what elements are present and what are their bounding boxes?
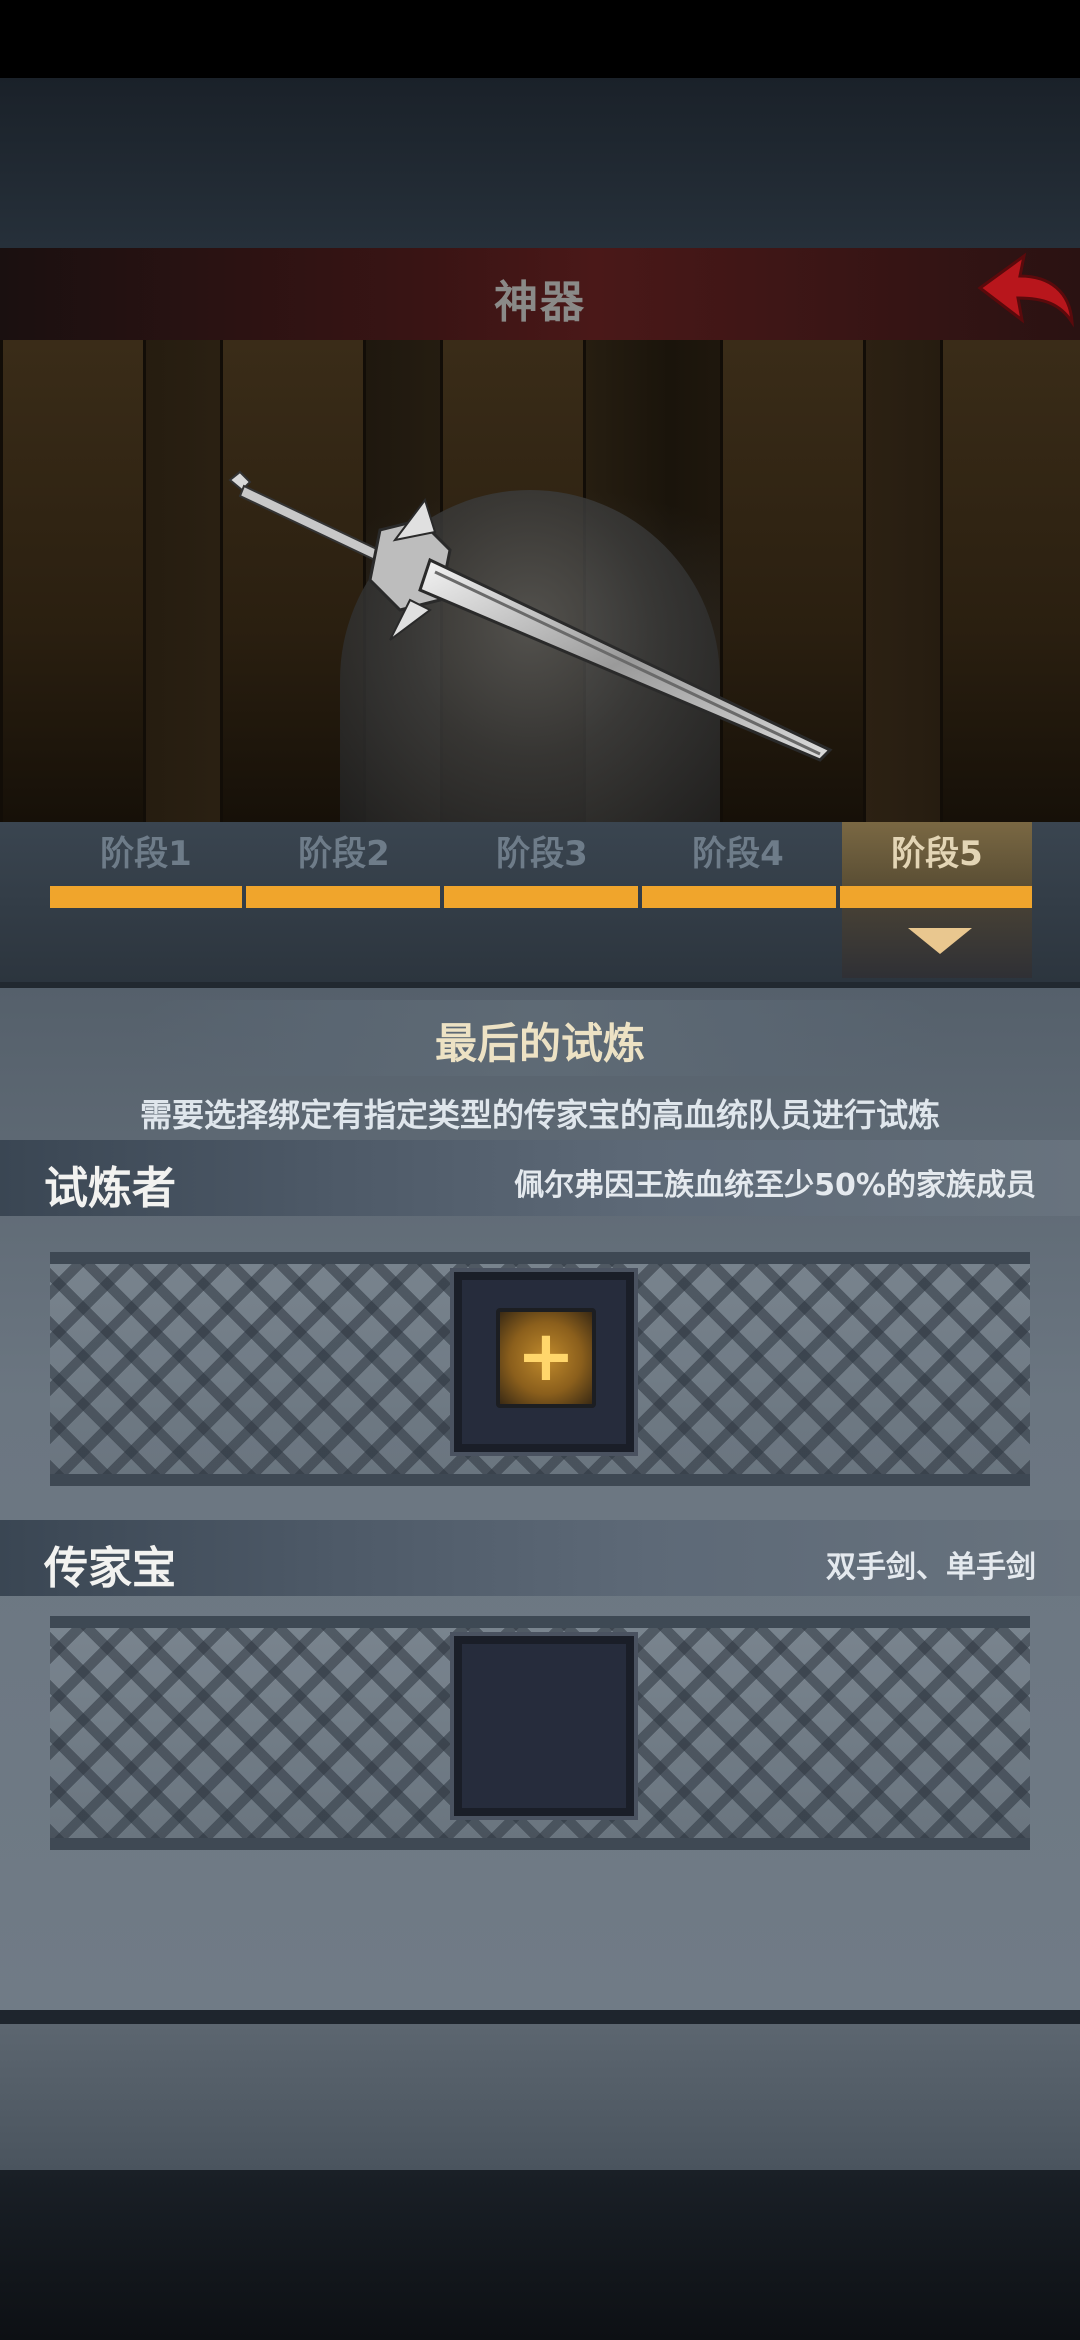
navigation-bar — [0, 2170, 1080, 2340]
tab-stage-2[interactable]: 阶段2 — [246, 822, 442, 886]
trial-panel — [0, 982, 1080, 2016]
tab-stage-5[interactable]: 阶段5 — [842, 822, 1032, 886]
bottom-panel — [0, 2024, 1080, 2170]
tab-stage-1[interactable]: 阶段1 — [48, 822, 244, 886]
statue-right — [940, 340, 1080, 822]
challenger-label: 试炼者 — [44, 1163, 176, 1214]
tab-stage-3[interactable]: 阶段3 — [444, 822, 640, 886]
heirloom-label: 传家宝 — [44, 1543, 176, 1594]
trial-title: 最后的试炼 — [434, 1019, 645, 1068]
heirloom-requirement: 双手剑、单手剑 — [826, 1550, 1036, 1585]
add-challenger-button[interactable]: + — [496, 1308, 596, 1408]
tab-stage-4[interactable]: 阶段4 — [640, 822, 836, 886]
page-title: 神器 — [494, 277, 586, 328]
progress-segment-5 — [840, 886, 1032, 908]
top-backdrop — [0, 78, 1080, 248]
status-bar — [0, 0, 1080, 78]
active-stage-pointer-icon — [908, 928, 972, 954]
back-arrow-icon — [977, 252, 1074, 328]
trial-description: 需要选择绑定有指定类型的传家宝的高血统队员进行试炼 — [139, 1096, 940, 1134]
sword-icon — [228, 470, 833, 762]
plus-icon: + — [516, 1315, 576, 1397]
challenger-requirement: 佩尔弗因王族血统至少50%的家族成员 — [514, 1168, 1036, 1203]
panel-divider — [0, 2010, 1080, 2024]
progress-segment-1 — [50, 886, 242, 908]
statue-left — [0, 340, 146, 822]
heirloom-slot[interactable] — [454, 1636, 634, 1816]
back-button[interactable] — [972, 250, 1076, 330]
progress-segment-3 — [444, 886, 638, 908]
progress-segment-4 — [642, 886, 836, 908]
progress-segment-2 — [246, 886, 440, 908]
